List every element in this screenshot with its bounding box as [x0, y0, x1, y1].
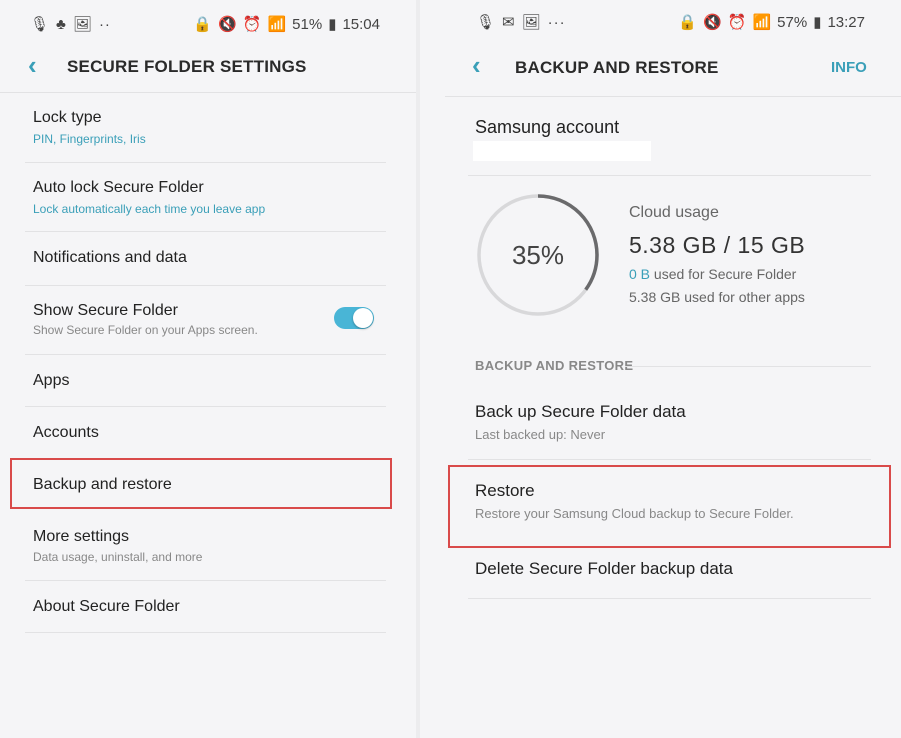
item-title: Show Secure Folder [33, 302, 178, 319]
accounts-item[interactable]: Accounts [0, 406, 416, 458]
item-title: Apps [33, 372, 70, 389]
cloud-usage-value: 5.38 GB / 15 GB [629, 232, 806, 258]
account-redacted [473, 141, 651, 161]
item-subtitle: PIN, Fingerprints, Iris [33, 132, 146, 146]
item-title: Accounts [33, 424, 99, 441]
delete-backup-item[interactable]: Delete Secure Folder backup data [420, 548, 901, 598]
mic-icon: 🎙 [476, 14, 496, 31]
more-dots-icon: ··· [547, 13, 566, 31]
page-title: SECURE FOLDER SETTINGS [67, 57, 307, 76]
status-left-icons: 🎙 ♣ 🖼 ·· [30, 15, 111, 34]
status-bar: 🎙 ✉ 🖼 ··· 🔒 🔇 ⏰ 📶 57% ▮ 13:27 [476, 10, 865, 34]
signal-icon: 📶 [267, 16, 287, 33]
alarm-icon: ⏰ [242, 16, 262, 33]
item-subtitle: Show Secure Folder on your Apps screen. [33, 323, 258, 337]
info-button[interactable]: INFO [831, 59, 867, 76]
secure-folder-usage-text: used for Secure Folder [650, 266, 797, 282]
back-arrow-icon[interactable]: ‹ [28, 50, 37, 81]
more-dots-icon: ·· [98, 15, 111, 33]
secure-folder-usage-amount: 0 B [629, 266, 651, 282]
highlight-box [448, 465, 891, 548]
item-title: About Secure Folder [33, 598, 180, 615]
page-title: BACKUP AND RESTORE [515, 58, 719, 77]
battery-icon: ▮ [813, 14, 822, 31]
signal-icon: 📶 [752, 14, 772, 31]
apps-item[interactable]: Apps [0, 354, 416, 406]
donut-percent-label: 35% [512, 240, 564, 270]
mute-icon: 🔇 [703, 14, 722, 31]
divider [25, 632, 386, 633]
auto-lock-item[interactable]: Auto lock Secure Folder Lock automatical… [0, 162, 416, 232]
section-divider [625, 366, 871, 367]
battery-icon: ▮ [328, 16, 337, 33]
battery-percent: 51% [292, 15, 323, 33]
divider [468, 598, 871, 599]
secure-folder-usage: 0 B used for Secure Folder [629, 266, 796, 282]
clock: 13:27 [827, 13, 865, 31]
status-left-icons: 🎙 ✉ 🖼 ··· [476, 13, 566, 32]
battery-percent: 57% [777, 13, 808, 31]
image-icon: 🖼 [72, 16, 92, 33]
image-icon: 🖼 [521, 14, 541, 31]
more-settings-item[interactable]: More settings Data usage, uninstall, and… [0, 510, 416, 580]
alarm-icon: ⏰ [727, 14, 747, 31]
samsung-account-item[interactable]: Samsung account [420, 96, 901, 176]
club-icon: ♣ [56, 15, 66, 33]
status-bar: 🎙 ♣ 🖼 ·· 🔒 🔇 ⏰ 📶 51% ▮ 15:04 [30, 12, 380, 36]
lock-icon: 🔒 [193, 16, 213, 33]
item-subtitle: Lock automatically each time you leave a… [33, 202, 266, 216]
toggle-knob [353, 308, 373, 328]
mail-icon: ✉ [502, 14, 515, 31]
cloud-usage-label: Cloud usage [629, 204, 719, 221]
cloud-usage-donut: 35% [477, 194, 599, 316]
mute-icon: 🔇 [218, 16, 237, 33]
item-title: Lock type [33, 109, 102, 126]
left-screen: 🎙 ♣ 🖼 ·· 🔒 🔇 ⏰ 📶 51% ▮ 15:04 ‹ SECURE FO… [0, 0, 416, 738]
account-title: Samsung account [475, 117, 620, 137]
item-title: Back up Secure Folder data [475, 402, 686, 421]
clock: 15:04 [342, 15, 380, 33]
item-subtitle: Last backed up: Never [475, 427, 606, 442]
item-title: Auto lock Secure Folder [33, 179, 204, 196]
highlight-box [10, 458, 392, 509]
mic-icon: 🎙 [30, 16, 50, 33]
divider [468, 459, 871, 460]
item-title: Delete Secure Folder backup data [475, 559, 733, 578]
right-screen: 🎙 ✉ 🖼 ··· 🔒 🔇 ⏰ 📶 57% ▮ 13:27 ‹ BACKUP A… [420, 0, 901, 738]
back-up-item[interactable]: Back up Secure Folder data Last backed u… [420, 385, 901, 459]
other-apps-usage: 5.38 GB used for other apps [629, 289, 805, 305]
show-folder-toggle[interactable] [334, 307, 374, 329]
status-right: 🔒 🔇 ⏰ 📶 57% ▮ 13:27 [678, 13, 865, 32]
section-header: BACKUP AND RESTORE [475, 358, 634, 373]
show-secure-folder-item[interactable]: Show Secure Folder Show Secure Folder on… [0, 285, 416, 355]
item-title: Notifications and data [33, 249, 187, 266]
about-item[interactable]: About Secure Folder [0, 580, 416, 632]
back-arrow-icon[interactable]: ‹ [472, 50, 481, 81]
lock-icon: 🔒 [678, 14, 698, 31]
lock-type-item[interactable]: Lock type PIN, Fingerprints, Iris [0, 92, 416, 162]
item-subtitle: Data usage, uninstall, and more [33, 550, 203, 564]
notifications-item[interactable]: Notifications and data [0, 231, 416, 285]
item-title: More settings [33, 528, 130, 545]
status-right: 🔒 🔇 ⏰ 📶 51% ▮ 15:04 [193, 15, 380, 34]
divider [468, 175, 871, 176]
